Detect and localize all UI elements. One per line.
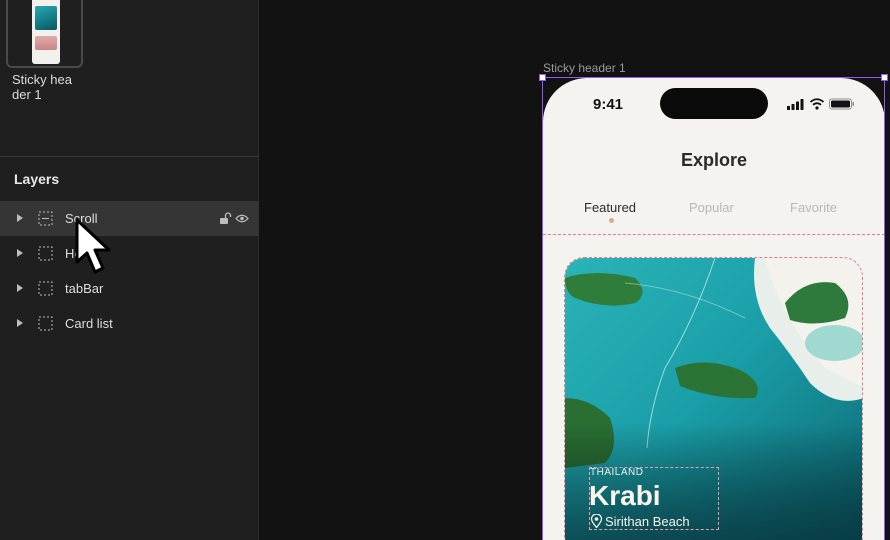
layer-name: tabBar — [65, 281, 104, 296]
mouse-cursor-icon — [75, 218, 111, 274]
expand-caret-icon[interactable] — [17, 249, 23, 257]
page-thumbnail[interactable] — [6, 0, 83, 68]
layer-row-header[interactable]: He — [0, 236, 259, 271]
expand-caret-icon[interactable] — [17, 214, 23, 222]
layer-row-card-list[interactable]: Card list — [0, 306, 259, 341]
frame-label[interactable]: Sticky header 1 — [543, 61, 626, 75]
layer-row-scroll[interactable]: Scroll — [0, 201, 259, 236]
thumbnail-card-image-secondary — [35, 36, 57, 50]
unlock-icon[interactable] — [219, 212, 232, 225]
layer-row-tabbar[interactable]: tabBar — [0, 271, 259, 306]
layers-title: Layers — [14, 171, 60, 187]
thumbnail-phone-preview — [32, 0, 60, 64]
layer-name: Card list — [65, 316, 113, 331]
scroll-frame-icon — [38, 211, 53, 226]
left-panel: Sticky hea der 1 Layers Scroll He tabBar… — [0, 0, 259, 540]
resize-handle-top-right[interactable] — [881, 74, 888, 81]
thumbnail-card-image — [35, 6, 57, 30]
expand-caret-icon[interactable] — [17, 284, 23, 292]
frame-icon — [38, 281, 53, 296]
resize-handle-top-left[interactable] — [539, 74, 546, 81]
frame-icon — [38, 316, 53, 331]
frame-icon — [38, 246, 53, 261]
eye-icon[interactable] — [235, 213, 249, 224]
page-name-label[interactable]: Sticky hea der 1 — [12, 72, 84, 102]
expand-caret-icon[interactable] — [17, 319, 23, 327]
panel-divider — [0, 156, 259, 157]
frame-selection-outline — [542, 77, 885, 540]
